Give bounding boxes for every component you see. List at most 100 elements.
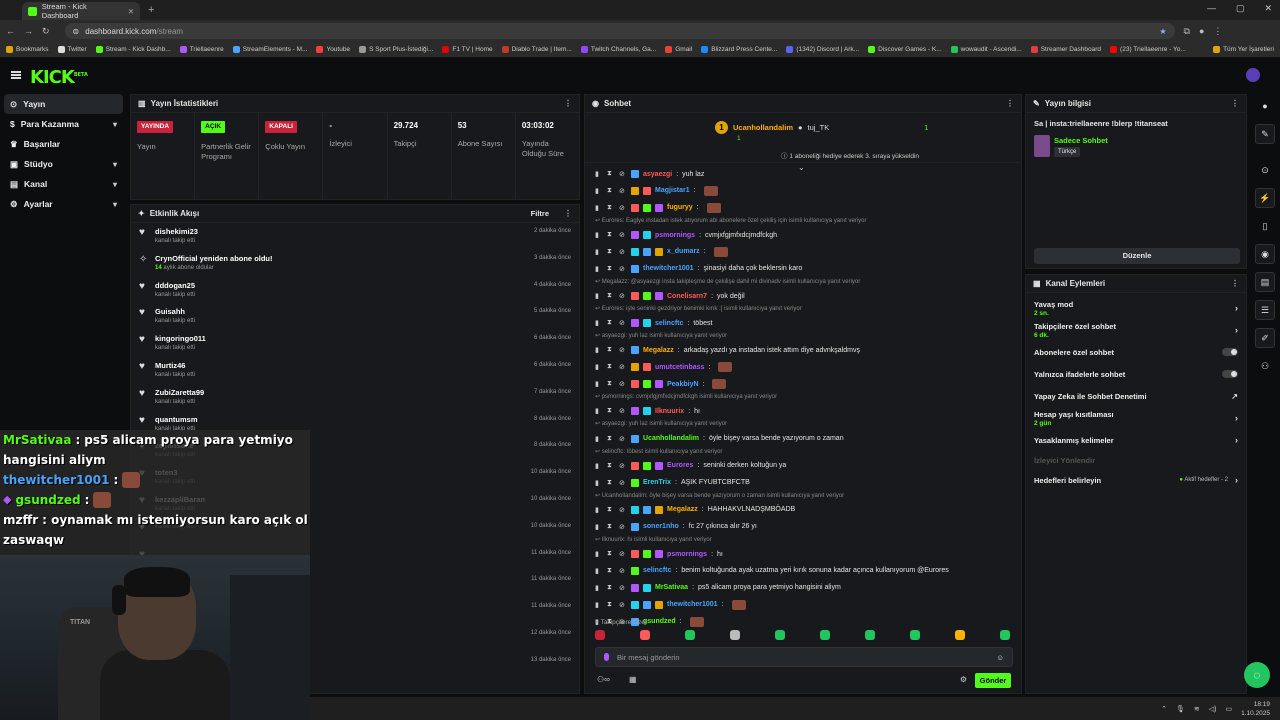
emote-icon[interactable] — [595, 630, 605, 640]
account-age-row[interactable]: Hesap yaşı kısıtlaması 2 gün › — [1026, 407, 1246, 429]
trash-icon[interactable]: ▮ — [595, 248, 603, 256]
timeout-icon[interactable]: ⧗ — [607, 462, 615, 470]
ai-moderation-row[interactable]: Yapay Zeka ile Sohbet Denetimi ↗ — [1026, 385, 1246, 407]
users-icon[interactable]: ⚇ — [1255, 356, 1275, 376]
film-icon[interactable]: ▤ — [1255, 272, 1275, 292]
trash-icon[interactable]: ▮ — [595, 567, 603, 575]
chat-username[interactable]: thewitcher1001 — [667, 601, 718, 608]
browser-menu-icon[interactable]: ⋮ — [1213, 26, 1222, 37]
timeout-icon[interactable]: ⧗ — [607, 204, 615, 212]
chat-username[interactable]: Megalazz — [643, 347, 674, 354]
server-icon[interactable]: ☰ — [1255, 300, 1275, 320]
activity-name[interactable]: ZubiZaretta99 — [155, 388, 204, 397]
browser-tab[interactable]: Stream - Kick Dashboard ✕ — [22, 2, 140, 20]
emote-only-toggle[interactable] — [1222, 370, 1238, 378]
trash-icon[interactable]: ▮ — [595, 380, 603, 388]
timeout-icon[interactable]: ⧗ — [607, 265, 615, 273]
menu-icon[interactable] — [11, 71, 21, 79]
calendar-icon[interactable]: ▦ — [629, 675, 637, 684]
maximize-icon[interactable]: ▢ — [1236, 3, 1245, 14]
timeout-icon[interactable]: ⧗ — [607, 187, 615, 195]
bookmark-item[interactable]: StreamElements - M... — [232, 46, 307, 53]
chat-username[interactable]: Eurores — [667, 462, 693, 469]
ban-icon[interactable]: ⊘ — [619, 601, 627, 609]
timeout-icon[interactable]: ⧗ — [607, 380, 615, 388]
url-field[interactable]: ⊜ dashboard.kick.com/stream ★ — [64, 23, 1175, 39]
phone-icon[interactable]: ▯ — [1255, 216, 1275, 236]
avatar[interactable] — [1246, 68, 1260, 82]
chat-username[interactable]: soner1nho — [643, 523, 679, 530]
emote-icon[interactable] — [775, 630, 785, 640]
bookmark-item[interactable]: F1 TV | Home — [442, 46, 493, 53]
subscribers-only-toggle[interactable] — [1222, 348, 1238, 356]
chat-username[interactable]: umutcetinbass — [655, 364, 704, 371]
chat-username[interactable]: PeakbiyN — [667, 381, 699, 388]
kick-logo[interactable]: KICKBETA — [30, 67, 88, 88]
volume-icon[interactable]: ◁) — [1209, 705, 1217, 713]
ban-icon[interactable]: ⊘ — [619, 204, 627, 212]
forward-icon[interactable]: → — [24, 26, 33, 36]
bookmark-item[interactable]: Diablo Trade | Item... — [501, 46, 572, 53]
timeout-icon[interactable]: ⧗ — [607, 346, 615, 354]
site-info-icon[interactable]: ⊜ — [73, 27, 80, 36]
chat-username[interactable]: Megalazz — [667, 506, 698, 513]
category-name[interactable]: Sadece Sohbet — [1054, 136, 1108, 145]
wrench-icon[interactable]: ✐ — [1255, 328, 1275, 348]
bookmark-item[interactable]: Bookmarks — [6, 46, 49, 53]
more-icon[interactable]: ⋮ — [1006, 99, 1014, 108]
help-icon[interactable]: ● — [1255, 96, 1275, 116]
ban-icon[interactable]: ⊘ — [619, 346, 627, 354]
ban-icon[interactable]: ⊘ — [619, 170, 627, 178]
battery-icon[interactable]: ▭ — [1225, 705, 1232, 713]
ban-icon[interactable]: ⊘ — [619, 479, 627, 487]
timeout-icon[interactable]: ⧗ — [607, 584, 615, 592]
support-chat-icon[interactable]: ◌ — [1244, 662, 1270, 688]
bookmark-item[interactable]: Gmail — [665, 46, 692, 53]
bookmark-item[interactable]: Discover Games - K... — [868, 46, 942, 53]
timeout-icon[interactable]: ⧗ — [607, 523, 615, 531]
mic-tray-icon[interactable]: 🎙 — [1176, 705, 1185, 713]
timeout-icon[interactable]: ⧗ — [607, 550, 615, 558]
ban-icon[interactable]: ⊘ — [619, 567, 627, 575]
timeout-icon[interactable]: ⧗ — [607, 567, 615, 575]
emote-icon[interactable] — [730, 630, 740, 640]
ban-icon[interactable]: ⊘ — [619, 550, 627, 558]
chat-username[interactable]: selincftc — [643, 567, 671, 574]
more-icon[interactable]: ⋮ — [564, 99, 572, 108]
ban-icon[interactable]: ⊘ — [619, 187, 627, 195]
extensions-icon[interactable]: ⧉ — [1184, 26, 1190, 37]
timeout-icon[interactable]: ⧗ — [607, 506, 615, 514]
emote-icon[interactable] — [685, 630, 695, 640]
timeout-icon[interactable]: ⧗ — [607, 601, 615, 609]
timeout-icon[interactable]: ⧗ — [607, 292, 615, 300]
chat-username[interactable]: psmornings — [667, 551, 707, 558]
chat-username[interactable]: Magjistar1 — [655, 187, 690, 194]
trash-icon[interactable]: ▮ — [595, 292, 603, 300]
chat-username[interactable]: gsundzed — [643, 618, 676, 625]
ban-icon[interactable]: ⊘ — [619, 435, 627, 443]
ban-icon[interactable]: ⊘ — [619, 292, 627, 300]
timeout-icon[interactable]: ⧗ — [607, 363, 615, 371]
trash-icon[interactable]: ▮ — [595, 170, 603, 178]
trash-icon[interactable]: ▮ — [595, 363, 603, 371]
filter-button[interactable]: Filtre — [531, 209, 549, 218]
timeout-icon[interactable]: ⧗ — [607, 319, 615, 327]
ban-icon[interactable]: ⊘ — [619, 506, 627, 514]
ban-icon[interactable]: ⊘ — [619, 319, 627, 327]
timeout-icon[interactable]: ⧗ — [607, 248, 615, 256]
chat-username[interactable]: x_dumarz — [667, 248, 700, 255]
bookmark-item[interactable]: Twitter — [57, 46, 87, 53]
sidebar-item-ayarlar[interactable]: ⚙ Ayarlar ▾ — [0, 194, 127, 214]
chat-username[interactable]: selincftc — [655, 320, 683, 327]
send-button[interactable]: Gönder — [975, 673, 1011, 688]
bookmark-item[interactable]: Streamer Dashboard — [1030, 46, 1101, 53]
sidebar-item-kanal[interactable]: ▤ Kanal ▾ — [0, 174, 127, 194]
activity-name[interactable]: dishekimi23 — [155, 227, 198, 236]
ban-icon[interactable]: ⊘ — [619, 523, 627, 531]
ban-icon[interactable]: ⊘ — [619, 462, 627, 470]
trash-icon[interactable]: ▮ — [595, 407, 603, 415]
bookmark-item[interactable]: Tüm Yer İşaretleri — [1213, 46, 1274, 53]
slow-mode-row[interactable]: Yavaş mod 2 sn. › — [1026, 297, 1246, 319]
wifi-icon[interactable]: ≋ — [1194, 705, 1200, 713]
chat-input[interactable]: Bir mesaj gönderin ☺ — [595, 647, 1013, 667]
